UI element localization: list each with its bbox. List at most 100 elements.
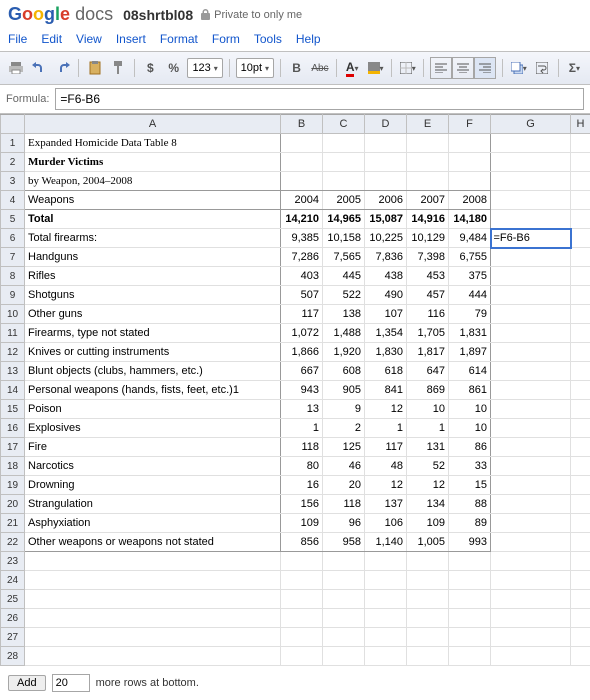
cell[interactable] <box>571 476 590 495</box>
cell[interactable]: 1,920 <box>323 343 365 362</box>
row-header[interactable]: 10 <box>1 305 25 324</box>
cell[interactable] <box>571 400 590 419</box>
cell[interactable] <box>491 609 571 628</box>
cell[interactable]: 1,488 <box>323 324 365 343</box>
strikethrough-button[interactable]: Abc <box>310 57 329 79</box>
cell[interactable] <box>25 647 281 666</box>
cell[interactable] <box>407 134 449 153</box>
cell[interactable]: 453 <box>407 267 449 286</box>
cell[interactable]: Personal weapons (hands, fists, feet, et… <box>25 381 281 400</box>
text-color-button[interactable]: A▾ <box>342 57 361 79</box>
cell[interactable]: 107 <box>365 305 407 324</box>
undo-button[interactable] <box>29 57 48 79</box>
cell[interactable] <box>571 210 590 229</box>
cell[interactable] <box>491 647 571 666</box>
cell[interactable] <box>323 552 365 571</box>
cell[interactable] <box>407 153 449 172</box>
cell[interactable] <box>491 590 571 609</box>
cell[interactable] <box>491 267 571 286</box>
cell[interactable]: 137 <box>365 495 407 514</box>
cell[interactable]: 1,005 <box>407 533 449 552</box>
cell[interactable]: 856 <box>281 533 323 552</box>
cell[interactable] <box>407 590 449 609</box>
cell[interactable]: 9,484 <box>449 229 491 248</box>
cell[interactable]: 109 <box>407 514 449 533</box>
cell[interactable]: 1,354 <box>365 324 407 343</box>
cell[interactable] <box>571 552 590 571</box>
cell[interactable]: 490 <box>365 286 407 305</box>
paint-format-button[interactable] <box>108 57 127 79</box>
cell[interactable]: 125 <box>323 438 365 457</box>
cell[interactable]: 618 <box>365 362 407 381</box>
cell[interactable]: 2005 <box>323 191 365 210</box>
cell[interactable]: 15 <box>449 476 491 495</box>
row-header[interactable]: 21 <box>1 514 25 533</box>
row-header[interactable]: 20 <box>1 495 25 514</box>
col-header[interactable]: E <box>407 115 449 134</box>
cell[interactable] <box>571 457 590 476</box>
cell[interactable] <box>571 305 590 324</box>
cell[interactable] <box>571 514 590 533</box>
select-all-corner[interactable] <box>1 115 25 134</box>
cell[interactable] <box>491 552 571 571</box>
cell[interactable]: by Weapon, 2004–2008 <box>25 172 281 191</box>
cell[interactable]: 46 <box>323 457 365 476</box>
cell[interactable] <box>281 647 323 666</box>
cell[interactable]: 1 <box>407 419 449 438</box>
cell[interactable]: Narcotics <box>25 457 281 476</box>
menu-insert[interactable]: Insert <box>116 32 146 46</box>
cell[interactable]: 438 <box>365 267 407 286</box>
cell[interactable]: 106 <box>365 514 407 533</box>
cell[interactable] <box>491 533 571 552</box>
cell[interactable]: Expanded Homicide Data Table 8 <box>25 134 281 153</box>
cell[interactable] <box>449 552 491 571</box>
fill-color-button[interactable]: ▾ <box>366 57 385 79</box>
cell[interactable]: Knives or cutting instruments <box>25 343 281 362</box>
cell[interactable] <box>365 609 407 628</box>
cell[interactable]: 958 <box>323 533 365 552</box>
cell[interactable] <box>571 419 590 438</box>
cell[interactable]: Total firearms: <box>25 229 281 248</box>
cell[interactable]: 2006 <box>365 191 407 210</box>
cell[interactable] <box>281 571 323 590</box>
cell[interactable] <box>571 324 590 343</box>
cell[interactable] <box>365 134 407 153</box>
cell[interactable]: 1,817 <box>407 343 449 362</box>
col-header[interactable]: A <box>25 115 281 134</box>
cell[interactable]: 96 <box>323 514 365 533</box>
cell[interactable]: 7,565 <box>323 248 365 267</box>
cell[interactable]: Rifles <box>25 267 281 286</box>
bold-button[interactable]: B <box>287 57 306 79</box>
menu-view[interactable]: View <box>76 32 102 46</box>
print-button[interactable] <box>6 57 25 79</box>
menu-file[interactable]: File <box>8 32 27 46</box>
cell[interactable]: 993 <box>449 533 491 552</box>
cell[interactable]: 2004 <box>281 191 323 210</box>
cell[interactable] <box>365 647 407 666</box>
cell[interactable]: 1,705 <box>407 324 449 343</box>
cell[interactable] <box>491 191 571 210</box>
cell[interactable] <box>407 609 449 628</box>
cell[interactable] <box>25 609 281 628</box>
cell[interactable]: 2007 <box>407 191 449 210</box>
cell[interactable]: 10 <box>449 419 491 438</box>
cell[interactable] <box>365 172 407 191</box>
row-header[interactable]: 3 <box>1 172 25 191</box>
cell[interactable]: 134 <box>407 495 449 514</box>
align-center-button[interactable] <box>452 57 474 79</box>
cell[interactable]: 861 <box>449 381 491 400</box>
cell[interactable] <box>491 476 571 495</box>
menu-format[interactable]: Format <box>160 32 198 46</box>
cell[interactable] <box>571 495 590 514</box>
cell[interactable]: 869 <box>407 381 449 400</box>
cell[interactable]: Asphyxiation <box>25 514 281 533</box>
row-header[interactable]: 25 <box>1 590 25 609</box>
cell[interactable]: 80 <box>281 457 323 476</box>
cell[interactable]: 9,385 <box>281 229 323 248</box>
cell[interactable] <box>491 305 571 324</box>
cell[interactable]: 7,398 <box>407 248 449 267</box>
cell[interactable] <box>407 172 449 191</box>
cell[interactable] <box>449 628 491 647</box>
menu-form[interactable]: Form <box>212 32 240 46</box>
cell[interactable]: 118 <box>323 495 365 514</box>
